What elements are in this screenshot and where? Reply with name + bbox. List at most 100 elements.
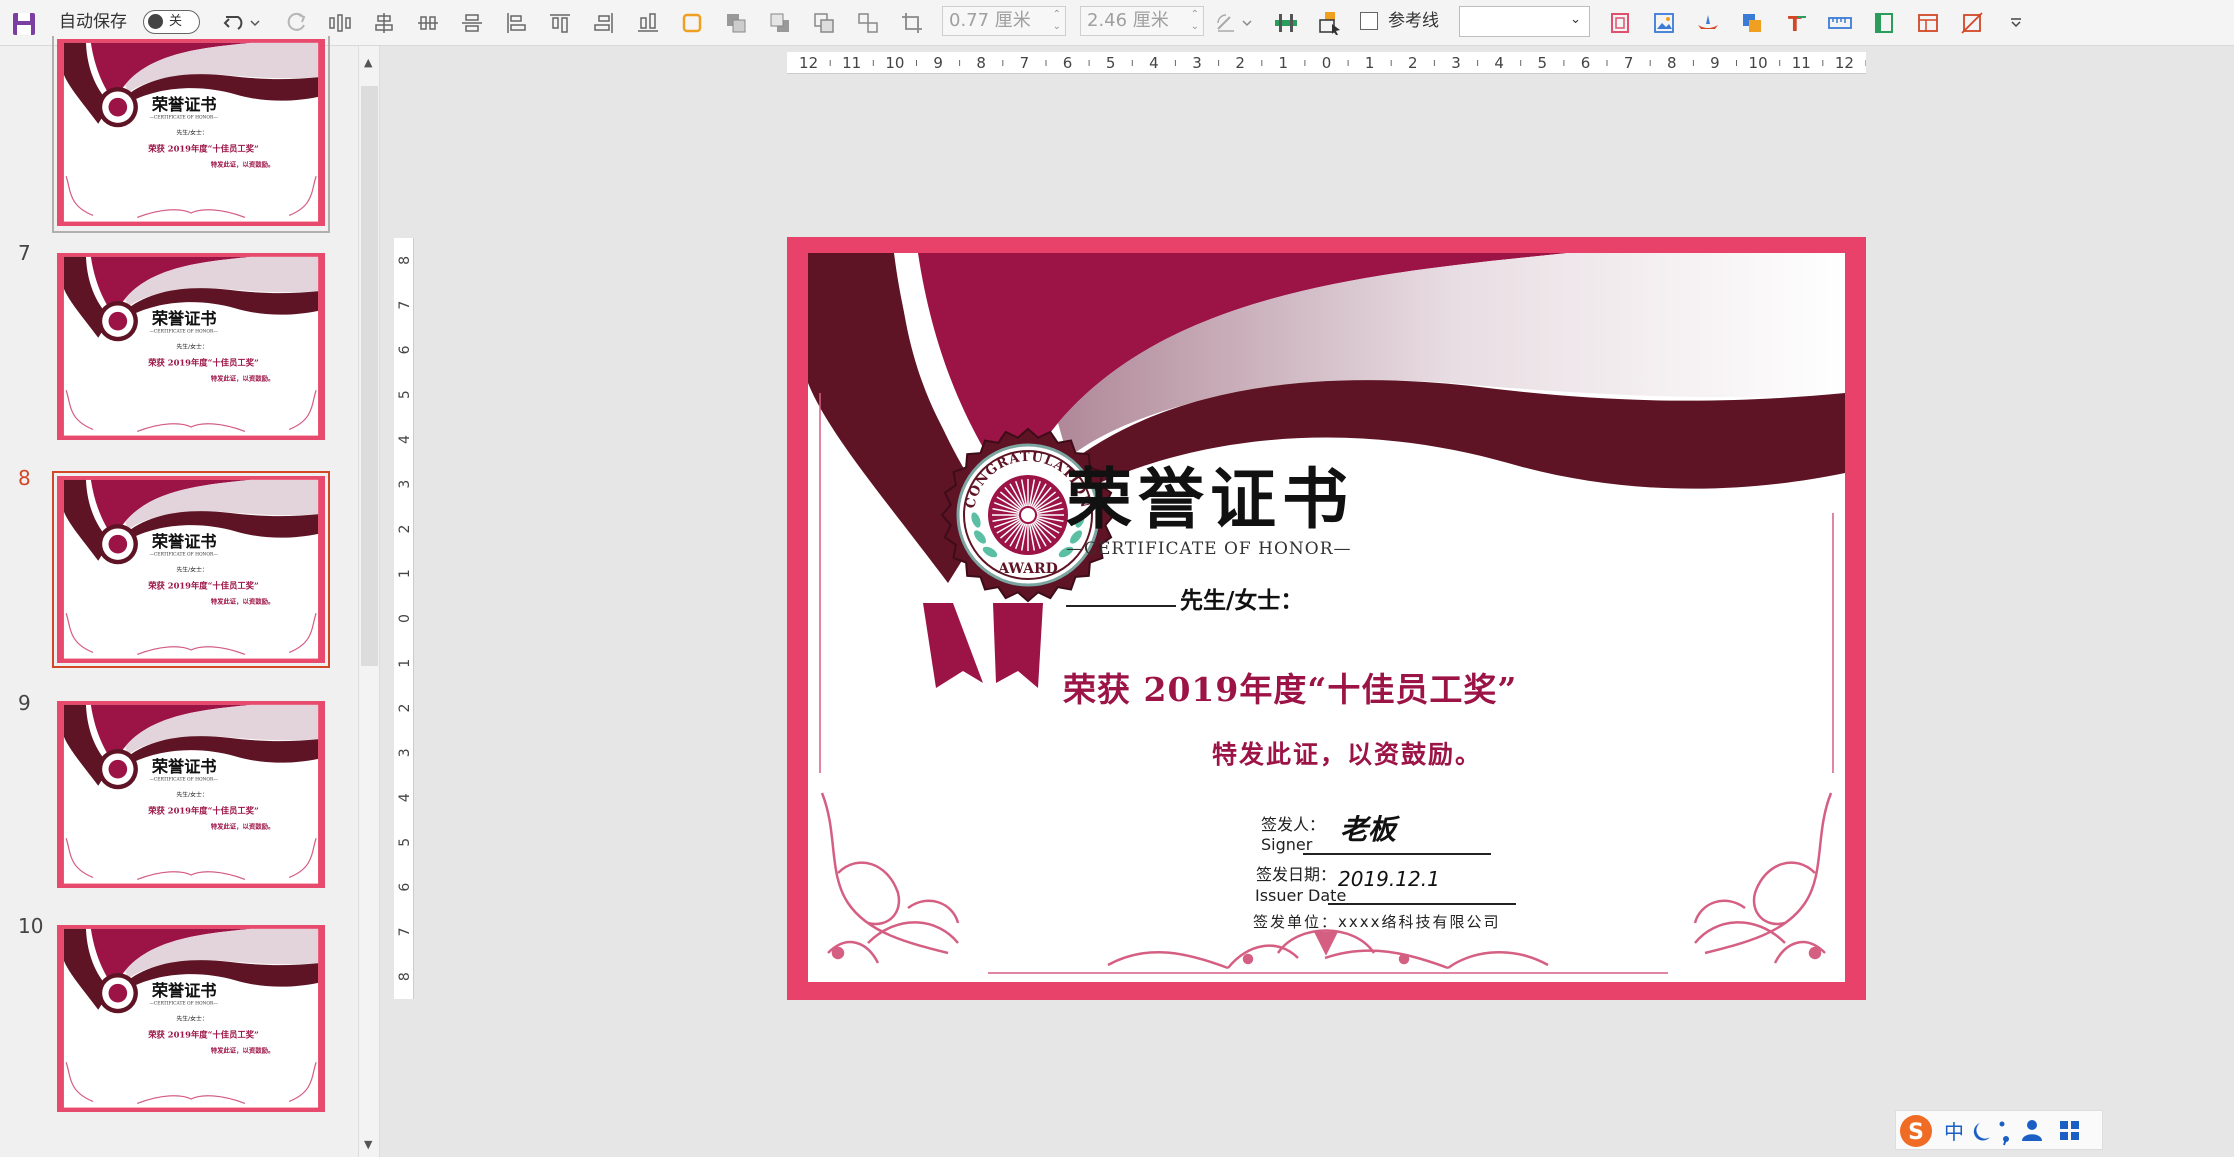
thumb-subtitle: —CERTIFICATE OF HONOR—	[149, 1002, 218, 1007]
punctuation-icon[interactable]	[1999, 1121, 2010, 1146]
selection-pane-icon[interactable]	[1272, 10, 1300, 36]
thumbnail-canvas: 荣誉证书 —CERTIFICATE OF HONOR— 先生/女士： 荣获 2019年…	[57, 701, 325, 888]
crop-icon[interactable]	[898, 10, 926, 36]
slide-thumbnail-6[interactable]: 荣誉证书 —CERTIFICATE OF HONOR— 先生/女士： 荣获 2019年…	[52, 36, 330, 233]
distribute-horizontal-icon[interactable]	[414, 10, 442, 36]
ruler-tick-label: 5	[1106, 54, 1116, 72]
corner-ornament-left	[820, 792, 960, 964]
align-left-icon[interactable]	[502, 10, 530, 36]
certificate-subtitle[interactable]: —CERTIFICATE OF HONOR—	[1066, 539, 1352, 559]
top-offset-field[interactable]: 2.46 厘米 ⌃ ⌄	[1080, 6, 1204, 36]
thumbnail-canvas: 荣誉证书 —CERTIFICATE OF HONOR— 先生/女士： 荣获 2019年…	[57, 476, 325, 663]
certificate-title[interactable]: 荣誉证书	[1066, 461, 1354, 537]
brush-icon[interactable]	[1694, 10, 1722, 36]
ribbon-right	[993, 603, 1043, 688]
select-objects-icon[interactable]	[1316, 10, 1344, 36]
thumbnail-preview: 荣誉证书—CERTIFICATE OF HONOR—先生/女士：荣获 2019年…	[63, 928, 319, 1108]
ruler-tick-label: 6	[397, 883, 413, 892]
scroll-down-icon[interactable]: ▼	[364, 1138, 372, 1151]
slide-thumbnail-9[interactable]: 荣誉证书 —CERTIFICATE OF HONOR— 先生/女士： 荣获 2019年…	[52, 696, 330, 893]
send-backward-icon[interactable]	[766, 10, 794, 36]
ruler-tick-label: 6	[1063, 54, 1073, 72]
left-offset-spinner[interactable]: ⌃ ⌄	[1053, 9, 1061, 33]
align-left-edges-icon[interactable]	[326, 10, 354, 36]
guides-checkbox[interactable]	[1360, 12, 1378, 30]
frame-icon[interactable]	[1870, 10, 1898, 36]
text-effect-icon[interactable]: T	[1782, 10, 1810, 36]
signer-value[interactable]: 老板	[1340, 808, 1396, 848]
font-select[interactable]: ⌄	[1459, 6, 1590, 37]
align-right-icon[interactable]	[590, 10, 618, 36]
slide-number-7: 7	[18, 241, 31, 265]
ruler-tick-label: 2	[1408, 54, 1418, 72]
certificate-canvas: CONGRATULATION AWARD 荣誉证书 —CERTIFICATE O…	[808, 253, 1845, 982]
thumb-badge-center	[108, 759, 128, 779]
ungroup-icon[interactable]	[854, 10, 882, 36]
ime-toolbar[interactable]: S 中	[1895, 1110, 2103, 1150]
ruler-tick-label: 5	[397, 838, 413, 847]
undo-icon[interactable]	[222, 10, 250, 36]
align-bottom-icon[interactable]	[634, 10, 662, 36]
award-line[interactable]: 荣获 2019年度“十佳员工奖”	[1063, 663, 1517, 711]
layers-icon[interactable]	[1738, 10, 1766, 36]
customize-toolbar-icon[interactable]	[2002, 10, 2030, 36]
thumbnail-canvas: 荣誉证书 —CERTIFICATE OF HONOR— 先生/女士： 荣获 2019年…	[57, 925, 325, 1112]
ime-mode[interactable]: 中	[1944, 1120, 1964, 1144]
thumbnail-scrollbar[interactable]: ▲ ▼	[358, 46, 380, 1157]
badge-bottom-text: AWARD	[997, 561, 1058, 577]
thumbnail-canvas: 荣誉证书 —CERTIFICATE OF HONOR— 先生/女士： 荣获 2019年…	[57, 39, 325, 226]
save-icon[interactable]	[10, 10, 38, 38]
shape-outline-icon[interactable]	[678, 10, 706, 36]
thumbnail-canvas: 荣誉证书 —CERTIFICATE OF HONOR— 先生/女士： 荣获 2019年…	[57, 253, 325, 440]
redo-icon[interactable]	[282, 10, 310, 36]
ruler-scale: 12 11 10 9 8 7 6 5 4 3 2 1 0 1 2 3 4 5 6 7 8 9 10 11 12	[799, 54, 1867, 72]
thumb-badge-center	[108, 311, 128, 331]
layout-icon[interactable]	[1914, 10, 1942, 36]
undo-dropdown-icon[interactable]	[248, 10, 262, 36]
toolbox-icon[interactable]	[2060, 1121, 2079, 1140]
thumb-award: 荣获 2019年度“十佳员工奖”	[147, 1030, 259, 1040]
date-value[interactable]: 2019.12.1	[1338, 867, 1440, 891]
user-icon[interactable]	[2022, 1120, 2042, 1141]
ruler-tick-label: 3	[1192, 54, 1202, 72]
align-middle-icon[interactable]	[458, 10, 486, 36]
group-icon[interactable]	[810, 10, 838, 36]
ruler-icon[interactable]	[1826, 10, 1854, 36]
scroll-thumb[interactable]	[361, 86, 378, 666]
slide-number-10: 10	[18, 914, 44, 938]
picture-icon[interactable]	[1650, 10, 1678, 36]
guides-label: 参考线	[1388, 11, 1439, 31]
ruler-tick-label: 3	[397, 748, 413, 757]
moon-icon[interactable]	[1973, 1123, 1990, 1141]
toggle-knob	[148, 14, 163, 29]
recipient-suffix[interactable]: 先生/女士：	[1180, 581, 1303, 615]
issuer-unit[interactable]: 签发单位：xxxx络科技有限公司	[1253, 911, 1501, 932]
bring-forward-icon[interactable]	[722, 10, 750, 36]
ruler-tick-label: 9	[933, 54, 943, 72]
ruler-tick-label: 2	[397, 525, 413, 534]
align-top-icon[interactable]	[546, 10, 574, 36]
align-center-icon[interactable]	[370, 10, 398, 36]
current-slide[interactable]: CONGRATULATION AWARD 荣誉证书 —CERTIFICATE O…	[787, 237, 1866, 1000]
ruler-scale: 8 7 6 5 4 3 2 1 0 1 2 3 4 5 6 7 8	[397, 256, 413, 981]
ruler-tick-label: 8	[976, 54, 986, 72]
left-offset-field[interactable]: 0.77 厘米 ⌃ ⌄	[942, 6, 1066, 36]
rotate-icon[interactable]	[1212, 10, 1240, 36]
rotate-dropdown-icon[interactable]	[1240, 10, 1254, 36]
thumb-title: 荣誉证书	[151, 95, 217, 114]
scroll-up-icon[interactable]: ▲	[364, 56, 372, 69]
clear-format-icon[interactable]	[1958, 10, 1986, 36]
ruler-tick-label: 1	[1365, 54, 1375, 72]
ruler-tick-label: 10	[885, 54, 904, 72]
slide-thumbnail-8[interactable]: 荣誉证书 —CERTIFICATE OF HONOR— 先生/女士： 荣获 2019年…	[52, 471, 330, 668]
slide-thumbnail-10[interactable]: 荣誉证书 —CERTIFICATE OF HONOR— 先生/女士： 荣获 2019年…	[52, 920, 330, 1117]
thumb-badge-center	[108, 97, 128, 117]
top-offset-spinner[interactable]: ⌃ ⌄	[1191, 9, 1199, 33]
ruler-tick-label: 9	[1710, 54, 1720, 72]
sogou-logo-icon: S	[1900, 1115, 1932, 1147]
issue-line[interactable]: 特发此证，以资鼓励。	[1212, 735, 1482, 771]
slide-thumbnail-7[interactable]: 荣誉证书 —CERTIFICATE OF HONOR— 先生/女士： 荣获 2019年…	[52, 248, 330, 445]
slide-size-icon[interactable]	[1606, 10, 1634, 36]
autosave-toggle[interactable]: 关	[143, 10, 200, 34]
recipient-blank-line	[1066, 605, 1176, 607]
